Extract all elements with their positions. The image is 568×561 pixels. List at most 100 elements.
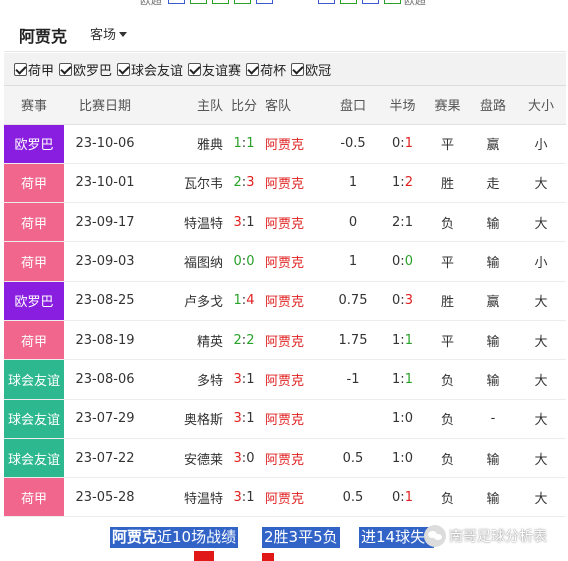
score-home: 3 bbox=[233, 214, 242, 230]
home-team-cell[interactable]: 卢多戈 bbox=[146, 281, 229, 321]
column-header[interactable]: 盘口 bbox=[326, 86, 380, 125]
column-header[interactable]: 半场 bbox=[380, 86, 425, 125]
halftime-cell: 1:1 bbox=[380, 359, 425, 400]
home-team-cell[interactable]: 多特 bbox=[146, 359, 229, 400]
competition-cell[interactable]: 荷甲 bbox=[4, 477, 64, 518]
result-cell: 平 bbox=[425, 124, 470, 164]
away-team-cell[interactable]: 阿贾克 bbox=[259, 124, 326, 164]
column-header[interactable]: 客队 bbox=[259, 86, 326, 125]
result-cell: 负 bbox=[425, 202, 470, 243]
handicap-cell: 0.75 bbox=[326, 281, 380, 321]
away-team-cell[interactable]: 阿贾克 bbox=[259, 438, 326, 479]
table-row[interactable]: 欧罗巴 23-10-06 雅典 1:1 阿贾克 -0.5 0:1 平赢小 bbox=[4, 124, 566, 164]
away-team-cell[interactable]: 阿贾克 bbox=[259, 477, 326, 518]
handicap-result-cell: 输 bbox=[470, 202, 516, 243]
column-header[interactable]: 比赛日期 bbox=[64, 86, 146, 125]
away-team-cell[interactable]: 阿贾克 bbox=[259, 202, 326, 243]
table-row[interactable]: 荷甲 23-05-28 特温特 3:1 阿贾克 0.5 0:1 负输大 bbox=[4, 477, 566, 518]
checkbox-checked-icon[interactable] bbox=[188, 62, 202, 76]
away-team-cell[interactable]: 阿贾克 bbox=[259, 281, 326, 321]
top-strip-left-label: 欧超 bbox=[140, 0, 162, 7]
competition-cell[interactable]: 欧罗巴 bbox=[4, 281, 64, 321]
handicap-result-cell: 赢 bbox=[470, 124, 516, 164]
checkbox-checked-icon[interactable] bbox=[246, 62, 260, 76]
home-team-cell[interactable]: 特温特 bbox=[146, 477, 229, 518]
over-under-cell: 大 bbox=[516, 320, 566, 361]
table-row[interactable]: 欧罗巴 23-08-25 卢多戈 1:4 阿贾克 0.75 0:3 胜赢大 bbox=[4, 281, 566, 321]
score-cell[interactable]: 3:1 bbox=[229, 202, 259, 243]
venue-dropdown[interactable]: 客场 bbox=[90, 24, 128, 43]
column-header[interactable]: 赛果 bbox=[425, 86, 470, 125]
score-cell[interactable]: 0:0 bbox=[229, 241, 259, 282]
half-away: 0 bbox=[404, 450, 413, 466]
table-row[interactable]: 荷甲 23-09-03 福图纳 0:0 阿贾克 1 0:0 平输小 bbox=[4, 241, 566, 282]
competition-cell[interactable]: 荷甲 bbox=[4, 241, 64, 282]
filter-checkbox[interactable]: 友谊赛 bbox=[188, 60, 241, 79]
filter-checkbox[interactable]: 球会友谊 bbox=[117, 60, 183, 79]
filter-label: 欧冠 bbox=[305, 63, 332, 79]
result-cell: 平 bbox=[425, 241, 470, 282]
home-team-cell[interactable]: 雅典 bbox=[146, 124, 229, 164]
competition-cell[interactable]: 荷甲 bbox=[4, 202, 64, 243]
score-cell[interactable]: 1:1 bbox=[229, 124, 259, 164]
filter-checkbox[interactable]: 欧冠 bbox=[291, 60, 331, 79]
table-row[interactable]: 球会友谊 23-07-29 奥格斯 3:1 阿贾克 1:0 负 - 大 bbox=[4, 399, 566, 439]
column-header[interactable]: 大小 bbox=[516, 86, 566, 125]
column-header[interactable]: 赛事 bbox=[4, 86, 64, 125]
date-cell: 23-08-25 bbox=[64, 281, 146, 321]
table-row[interactable]: 荷甲 23-09-17 特温特 3:1 阿贾克 0 2:1 负输大 bbox=[4, 202, 566, 243]
date-cell: 23-08-06 bbox=[64, 359, 146, 400]
away-team-cell[interactable]: 阿贾克 bbox=[259, 399, 326, 439]
away-team-cell[interactable]: 阿贾克 bbox=[259, 241, 326, 282]
filter-checkbox[interactable]: 荷甲 bbox=[14, 60, 54, 79]
checkbox-checked-icon[interactable] bbox=[14, 62, 27, 76]
score-cell[interactable]: 2:3 bbox=[229, 163, 259, 204]
home-team-cell[interactable]: 奥格斯 bbox=[146, 399, 229, 439]
half-away: 1 bbox=[404, 136, 413, 152]
competition-cell[interactable]: 球会友谊 bbox=[4, 438, 64, 479]
home-team-cell[interactable]: 安德莱 bbox=[146, 438, 229, 479]
away-team-cell[interactable]: 阿贾克 bbox=[259, 320, 326, 361]
home-team-cell[interactable]: 福图纳 bbox=[146, 241, 229, 282]
score-cell[interactable]: 3:0 bbox=[229, 438, 259, 479]
home-team-cell[interactable]: 特温特 bbox=[146, 202, 229, 243]
halftime-cell: 0:1 bbox=[380, 477, 425, 518]
filter-label: 球会友谊 bbox=[131, 63, 184, 79]
score-cell[interactable]: 2:2 bbox=[229, 320, 259, 361]
checkbox-checked-icon[interactable] bbox=[117, 62, 131, 76]
column-header[interactable]: 盘路 bbox=[470, 86, 516, 125]
half-away: 0 bbox=[404, 411, 413, 427]
score-away: 3 bbox=[246, 175, 255, 191]
competition-cell[interactable]: 球会友谊 bbox=[4, 359, 64, 400]
away-team-cell[interactable]: 阿贾克 bbox=[259, 359, 326, 400]
halftime-cell: 1:0 bbox=[380, 399, 425, 439]
home-team-cell[interactable]: 精英 bbox=[146, 320, 229, 361]
score-home: 1 bbox=[233, 136, 242, 152]
date-cell: 23-10-01 bbox=[64, 163, 146, 204]
competition-cell[interactable]: 荷甲 bbox=[4, 320, 64, 361]
halftime-cell: 0:3 bbox=[380, 281, 425, 321]
score-cell[interactable]: 3:1 bbox=[229, 477, 259, 518]
filter-checkbox[interactable]: 欧罗巴 bbox=[59, 60, 112, 79]
column-header[interactable]: 主队 bbox=[146, 86, 229, 125]
score-cell[interactable]: 3:1 bbox=[229, 359, 259, 400]
table-row[interactable]: 球会友谊 23-08-06 多特 3:1 阿贾克 -1 1:1 负输大 bbox=[4, 359, 566, 400]
legend-swatch bbox=[190, 0, 207, 4]
table-row[interactable]: 荷甲 23-10-01 瓦尔韦 2:3 阿贾克 1 1:2 胜走大 bbox=[4, 163, 566, 204]
score-cell[interactable]: 3:1 bbox=[229, 399, 259, 439]
table-row[interactable]: 荷甲 23-08-19 精英 2:2 阿贾克 1.75 1:1 平输大 bbox=[4, 320, 566, 361]
competition-cell[interactable]: 荷甲 bbox=[4, 163, 64, 204]
table-row[interactable]: 球会友谊 23-07-22 安德莱 3:0 阿贾克 0.5 1:0 负输大 bbox=[4, 438, 566, 479]
column-header[interactable]: 比分 bbox=[229, 86, 259, 125]
handicap-cell: 1.75 bbox=[326, 320, 380, 361]
checkbox-checked-icon[interactable] bbox=[59, 62, 73, 76]
filter-label: 荷甲 bbox=[28, 63, 55, 79]
away-team-cell[interactable]: 阿贾克 bbox=[259, 163, 326, 204]
score-cell[interactable]: 1:4 bbox=[229, 281, 259, 321]
checkbox-checked-icon[interactable] bbox=[291, 62, 305, 76]
competition-cell[interactable]: 球会友谊 bbox=[4, 399, 64, 439]
home-team-cell[interactable]: 瓦尔韦 bbox=[146, 163, 229, 204]
filter-checkbox[interactable]: 荷杯 bbox=[246, 60, 286, 79]
competition-cell[interactable]: 欧罗巴 bbox=[4, 124, 64, 164]
score-home: 3 bbox=[233, 371, 242, 387]
